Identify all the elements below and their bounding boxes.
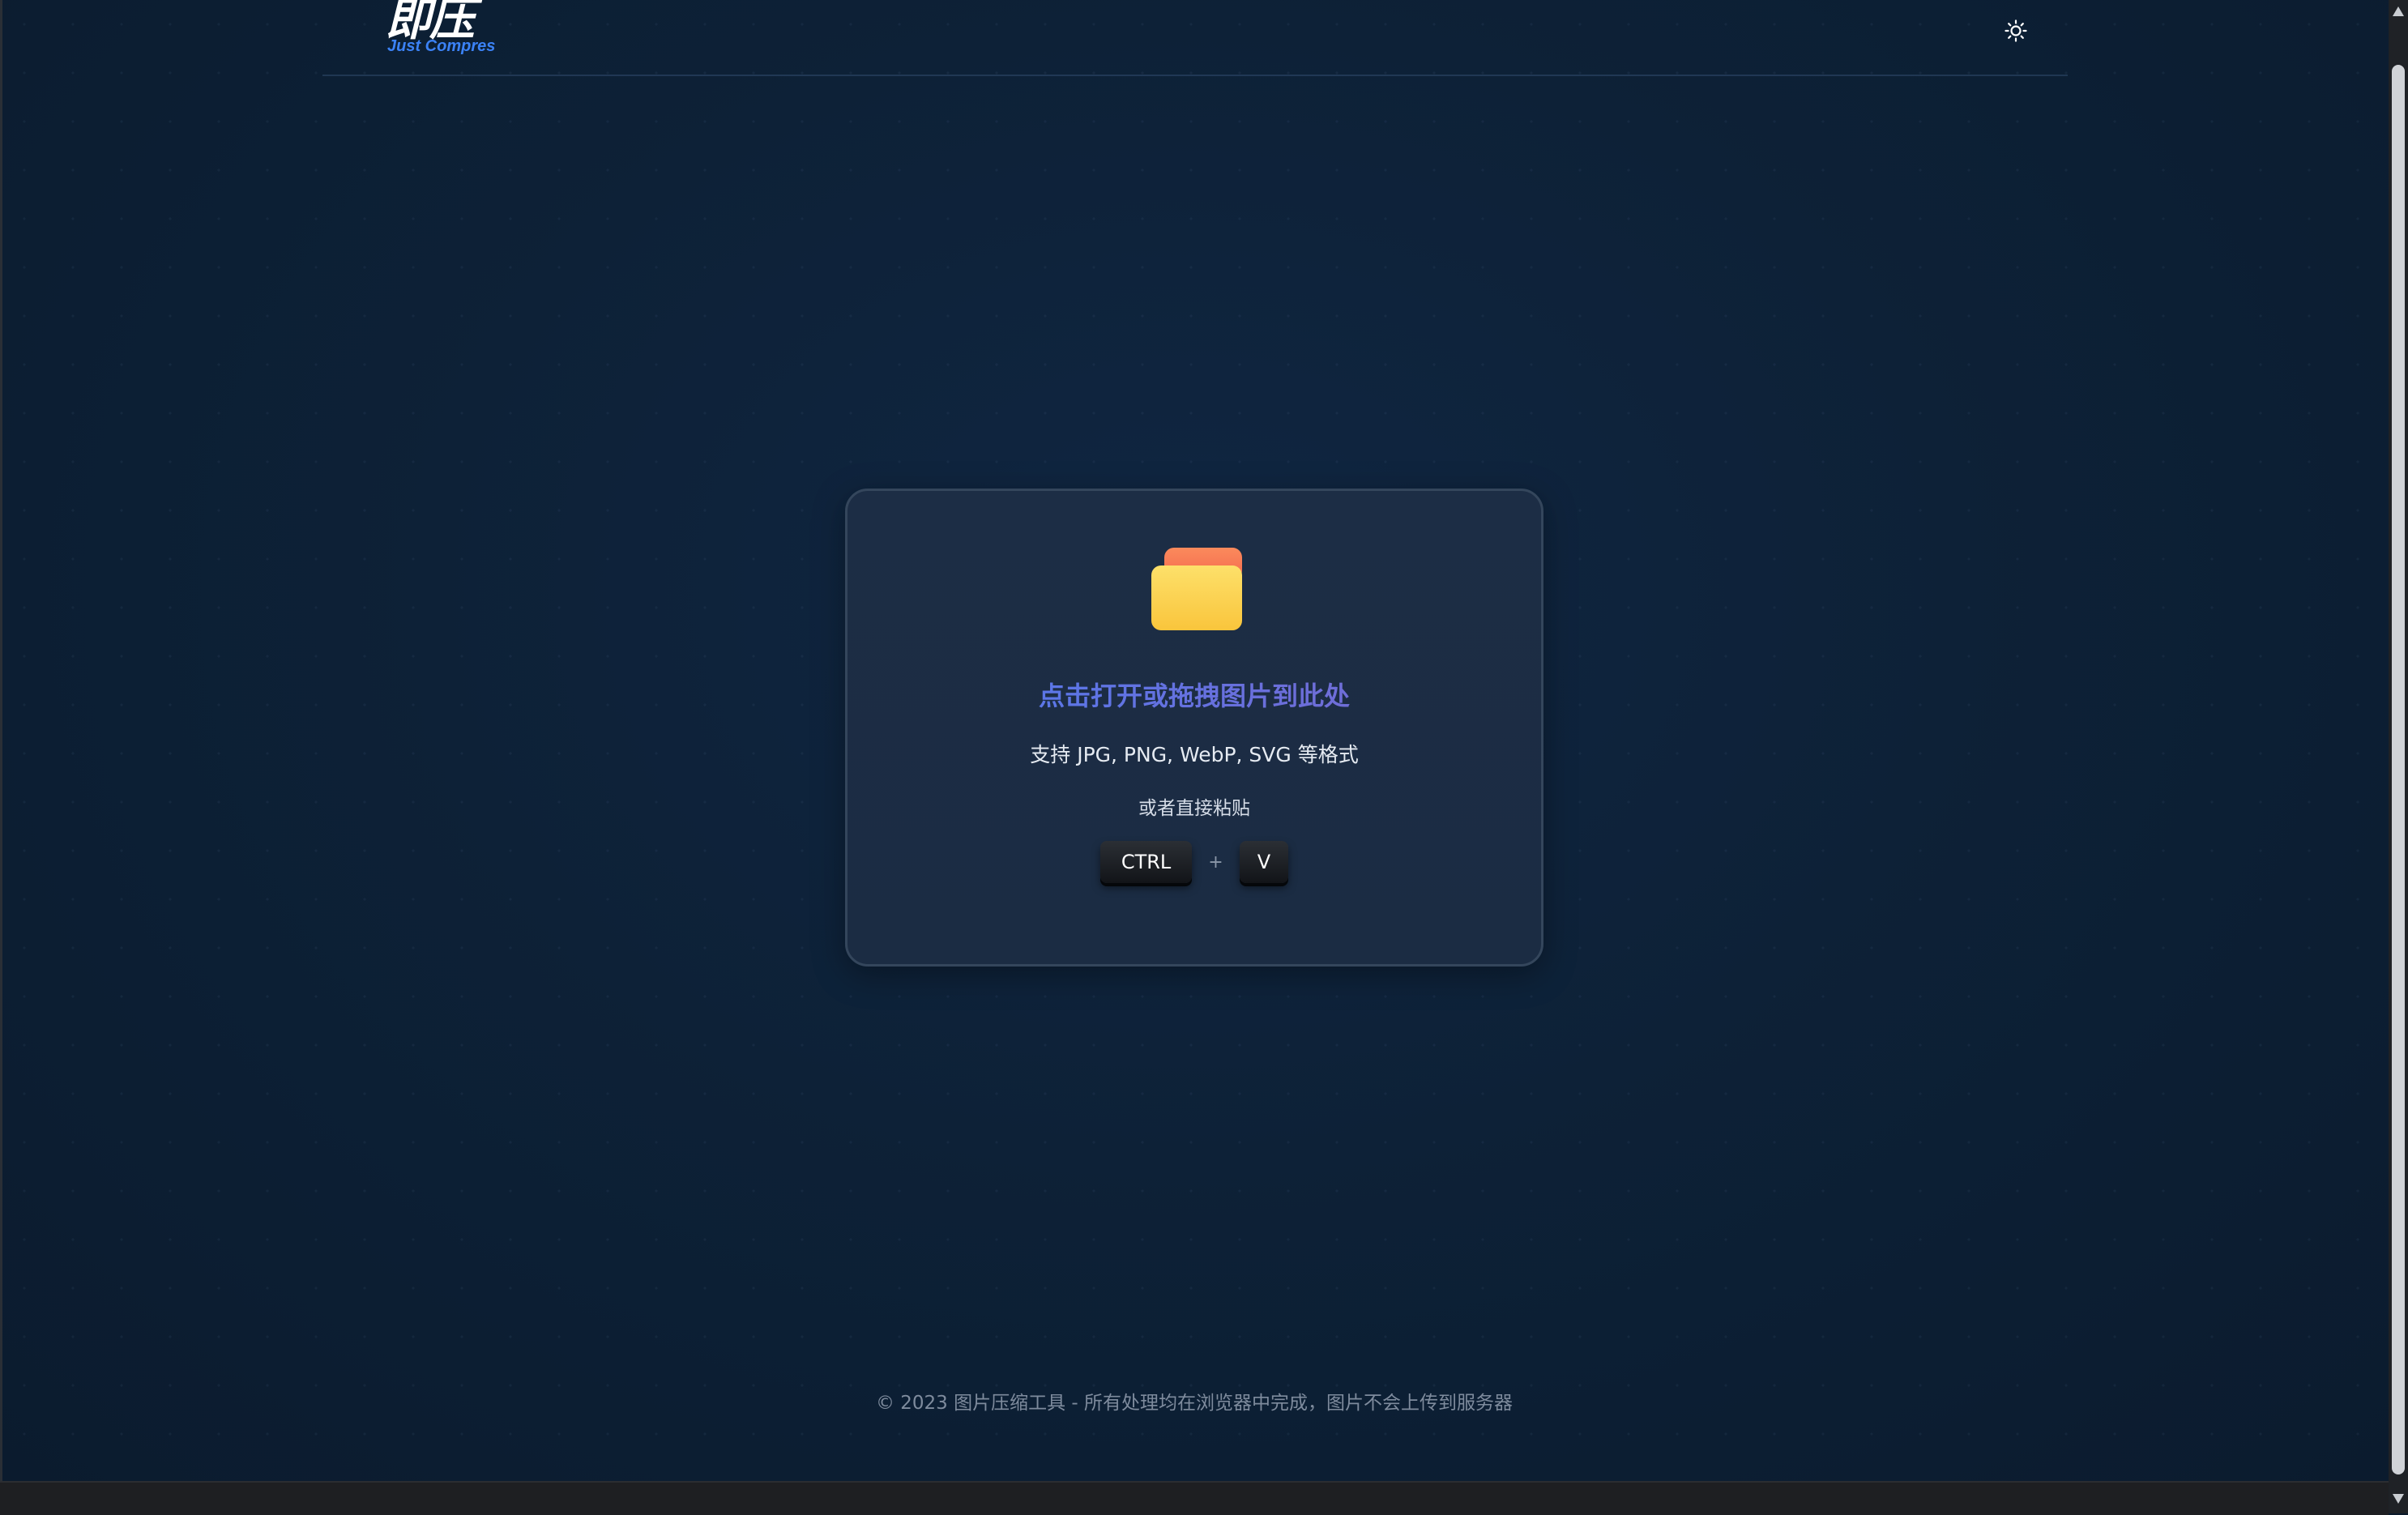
site-header: 即压 Just Compres [322, 0, 2068, 76]
sun-icon [2005, 19, 2027, 42]
scroll-up-icon[interactable] [2393, 6, 2404, 16]
horizontal-scrollbar[interactable] [0, 1481, 2389, 1515]
folder-icon [1151, 548, 1242, 630]
paste-hint: 或者直接粘贴 [1138, 798, 1250, 819]
logo[interactable]: 即压 Just Compres [386, 0, 499, 63]
upload-title[interactable]: 点击打开或拖拽图片到此处 [847, 676, 1541, 713]
footer-text: © 2023 图片压缩工具 - 所有处理均在浏览器中完成，图片不会上传到服务器 [875, 1393, 1514, 1414]
theme-toggle-button[interactable] [2000, 15, 2032, 47]
vertical-scrollbar[interactable] [2389, 0, 2408, 1513]
upload-dropzone[interactable]: 点击打开或拖拽图片到此处 支持 JPG, PNG, WebP, SVG 等格式 … [845, 489, 1543, 967]
key-v: V [1239, 841, 1289, 883]
scroll-down-icon[interactable] [2393, 1494, 2404, 1504]
key-ctrl: CTRL [1099, 841, 1193, 883]
logo-tagline: Just Compres [387, 37, 496, 55]
key-plus: + [1208, 851, 1223, 873]
scrollbar-thumb[interactable] [2392, 65, 2405, 1474]
page-viewport: 即压 Just Compres 点击打开或拖拽图片到此处 支持 JPG, PNG… [0, 0, 2389, 1481]
supported-formats: 支持 JPG, PNG, WebP, SVG 等格式 [1030, 743, 1359, 766]
paste-shortcut: CTRL + V [847, 841, 1541, 883]
window-edge [0, 0, 2, 1481]
